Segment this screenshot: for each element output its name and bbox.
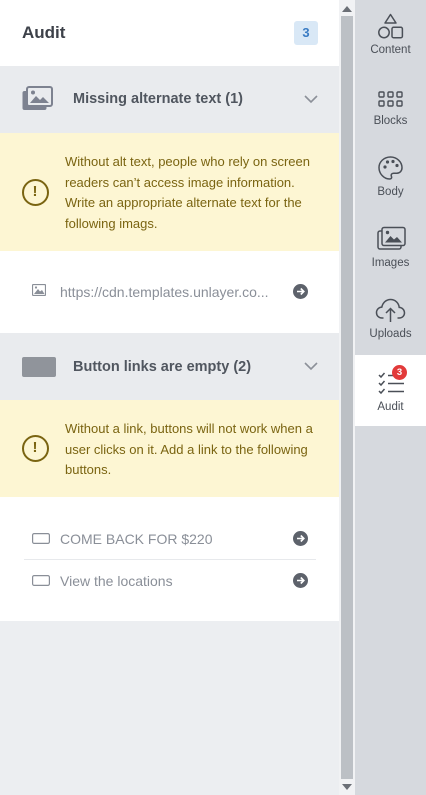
panel-empty-area	[0, 621, 339, 795]
section-button-links-header[interactable]: Button links are empty (2)	[0, 333, 339, 400]
rail-label: Uploads	[369, 328, 412, 340]
warning-box: ! Without alt text, people who rely on s…	[0, 133, 339, 251]
item-text: View the locations	[60, 573, 173, 589]
palette-icon	[378, 156, 403, 180]
warning-box: ! Without a link, buttons will not work …	[0, 400, 339, 497]
warning-icon: !	[22, 179, 49, 206]
scrollbar-thumb[interactable]	[341, 16, 353, 779]
scroll-down-arrow[interactable]	[342, 784, 352, 790]
button-icon	[32, 575, 50, 586]
image-icon	[32, 284, 46, 296]
rail-item-content[interactable]: Content	[355, 0, 426, 71]
scroll-up-arrow[interactable]	[342, 6, 352, 12]
button-icon	[22, 357, 56, 377]
warning-text: Without a link, buttons will not work wh…	[65, 421, 313, 477]
rail-label: Content	[370, 44, 411, 56]
audit-notification-badge: 3	[392, 365, 407, 380]
images-icon	[377, 226, 406, 250]
warning-text: Without alt text, people who rely on scr…	[65, 154, 310, 231]
warning-icon: !	[22, 435, 49, 462]
section-missing-alt-header[interactable]: Missing alternate text (1)	[0, 66, 339, 133]
item-text: COME BACK FOR $220	[60, 531, 213, 547]
rail-label: Blocks	[373, 115, 408, 127]
audit-header: Audit 3	[0, 0, 339, 66]
row-divider	[24, 559, 316, 560]
cloud-upload-icon	[375, 298, 406, 322]
audit-title: Audit	[22, 23, 66, 42]
chevron-down-icon	[304, 95, 318, 104]
button-icon	[32, 533, 50, 544]
list-item[interactable]: https://cdn.templates.unlayer.co...	[24, 272, 316, 312]
rail-item-uploads[interactable]: Uploads	[355, 284, 426, 355]
chevron-down-icon	[304, 362, 318, 371]
rail-label: Images	[371, 257, 410, 269]
images-icon	[22, 86, 53, 110]
section-title: Missing alternate text (1)	[73, 91, 244, 107]
rail-label: Body	[377, 186, 404, 198]
arrow-right-icon[interactable]	[293, 531, 308, 546]
grid-icon	[378, 91, 403, 107]
shapes-icon	[378, 13, 404, 39]
rail-label: Audit	[377, 401, 404, 413]
rail-item-images[interactable]: Images	[355, 213, 426, 284]
list-item[interactable]: View the locations	[24, 561, 316, 601]
arrow-right-icon[interactable]	[293, 573, 308, 588]
list-item[interactable]: COME BACK FOR $220	[24, 519, 316, 559]
arrow-right-icon[interactable]	[293, 284, 308, 299]
audit-panel: Audit 3 Missing alternate text (1) ! Wit…	[0, 0, 339, 795]
rail-item-audit[interactable]: 3 Audit	[355, 355, 426, 426]
item-text: https://cdn.templates.unlayer.co...	[60, 284, 269, 300]
rail-item-blocks[interactable]: Blocks	[355, 71, 426, 142]
rail-item-body[interactable]: Body	[355, 142, 426, 213]
audit-count-badge: 3	[294, 21, 318, 45]
section-title: Button links are empty (2)	[73, 359, 252, 375]
